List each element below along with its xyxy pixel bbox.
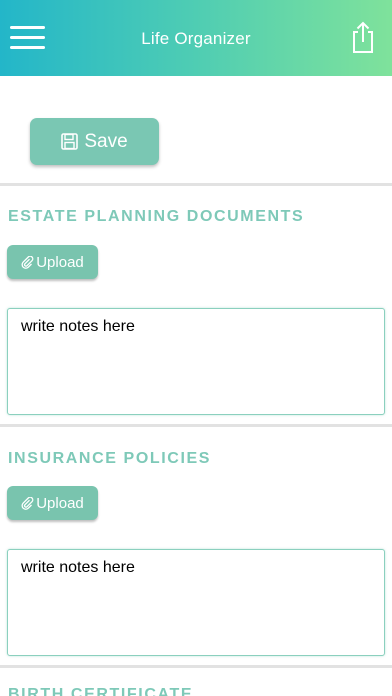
page-title: Life Organizer: [141, 29, 251, 48]
share-button[interactable]: [348, 20, 378, 54]
section-divider: [0, 183, 392, 186]
paperclip-icon: [21, 255, 34, 269]
top-bar: Life Organizer: [0, 0, 392, 76]
notes-textarea-estate-planning[interactable]: write notes here: [7, 308, 385, 415]
upload-button-insurance-policies[interactable]: Upload: [7, 486, 98, 520]
section-title-insurance-policies: INSURANCE POLICIES: [8, 450, 212, 467]
save-button-label: Save: [84, 130, 128, 152]
section-title-estate-planning: ESTATE PLANNING DOCUMENTS: [8, 208, 305, 225]
section-divider: [0, 665, 392, 668]
upload-button-label: Upload: [36, 494, 84, 512]
upload-button-estate-planning[interactable]: Upload: [7, 245, 98, 279]
section-divider: [0, 424, 392, 427]
section-title-birth-certificate: BIRTH CERTIFICATE: [8, 686, 194, 696]
share-icon: [353, 21, 373, 53]
paperclip-icon: [21, 496, 34, 510]
save-button[interactable]: Save: [30, 118, 159, 165]
app-screen: Life Organizer Save ESTATE PLANNING DOCU…: [0, 0, 392, 696]
notes-textarea-insurance-policies[interactable]: write notes here: [7, 549, 385, 656]
floppy-disk-icon: [61, 133, 79, 150]
upload-button-label: Upload: [36, 253, 84, 271]
